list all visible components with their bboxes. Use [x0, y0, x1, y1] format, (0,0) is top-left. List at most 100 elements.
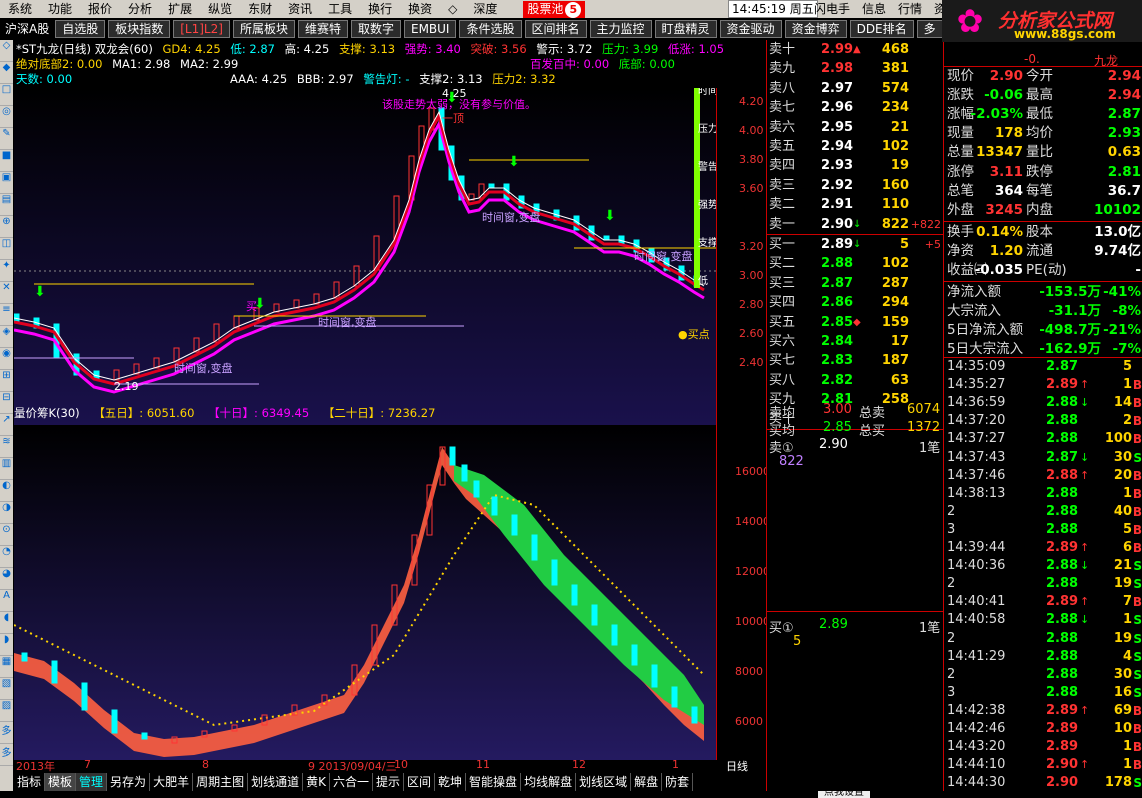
bottom-tab-10[interactable]: 区间 — [404, 773, 436, 791]
bottom-tab-16[interactable]: 防套 — [662, 773, 694, 791]
bottom-tab-4[interactable]: 大肥羊 — [150, 773, 194, 791]
menu-right-item-2[interactable]: 行情 — [892, 0, 928, 18]
menu-item-10[interactable]: 换资 — [400, 0, 440, 18]
menu-item-11[interactable]: ◇ — [440, 0, 465, 18]
tool-icon-14[interactable]: ◉ — [0, 348, 13, 370]
sell-level[interactable]: 卖三 2.92 160 — [767, 176, 943, 195]
toolbar-button-6[interactable]: EMBUI — [403, 20, 457, 38]
sell-level[interactable]: 卖九 2.98 381 — [767, 59, 943, 78]
toolbar-button-2[interactable]: [L1]L2] — [173, 20, 230, 38]
bottom-tab-13[interactable]: 均线解盘 — [521, 773, 577, 791]
tool-icon-32[interactable]: 多 — [0, 744, 13, 766]
toolbar-button-12[interactable]: 资金博弈 — [784, 20, 847, 38]
buy-level[interactable]: 买八 2.82 63 — [767, 371, 943, 390]
toolbar-button-13[interactable]: DDE排名 — [849, 20, 914, 38]
menu-item-2[interactable]: 报价 — [80, 0, 120, 18]
bottom-tab-15[interactable]: 解盘 — [631, 773, 663, 791]
bottom-tab-0[interactable]: 指标 — [14, 773, 46, 791]
buy-level[interactable]: 买一 2.89 ↓ 5 +5 — [767, 235, 943, 254]
tool-icon-18[interactable]: ≋ — [0, 436, 13, 458]
toolbar-button-11[interactable]: 资金驱动 — [719, 20, 782, 38]
bottom-tab-8[interactable]: 六合一 — [330, 773, 373, 791]
tool-icon-22[interactable]: ⊙ — [0, 524, 13, 546]
tool-icon-12[interactable]: ≡ — [0, 304, 13, 326]
sell-level[interactable]: 卖一 2.90 ↓ 822 +822 — [767, 215, 943, 234]
tool-icon-4[interactable]: ✎ — [0, 128, 13, 150]
tool-icon-11[interactable]: ✕ — [0, 282, 13, 304]
toolbar-button-14[interactable]: 多 — [916, 20, 943, 38]
tool-icon-1[interactable]: ◆ — [0, 62, 13, 84]
tool-icon-28[interactable]: ▦ — [0, 656, 13, 678]
menu-item-5[interactable]: 纵览 — [200, 0, 240, 18]
toolbar-button-4[interactable]: 维赛特 — [297, 20, 348, 38]
kline-plot[interactable]: 4.25 该股走势太弱，没有参与价值。 一顶 2.19 时间窗,变盘 时间窗,变盘 时间窗,… — [13, 84, 743, 443]
stock-pool-button[interactable]: 股票池 5 — [523, 0, 586, 18]
period-label[interactable]: 日线 — [726, 758, 748, 774]
toolbar-button-9[interactable]: 主力监控 — [589, 20, 652, 38]
tool-icon-24[interactable]: ◕ — [0, 568, 13, 590]
toolbar-button-8[interactable]: 区间排名 — [524, 20, 587, 38]
bottom-tab-5[interactable]: 周期主图 — [193, 773, 249, 791]
menu-item-7[interactable]: 资讯 — [280, 0, 320, 18]
menu-item-3[interactable]: 分析 — [120, 0, 160, 18]
tool-icon-21[interactable]: ◑ — [0, 502, 13, 524]
bottom-tab-6[interactable]: 划线通道 — [248, 773, 304, 791]
tool-icon-5[interactable]: ■ — [0, 150, 13, 172]
menu-item-1[interactable]: 功能 — [40, 0, 80, 18]
bottom-tab-14[interactable]: 划线区域 — [576, 773, 632, 791]
volume-plot[interactable] — [13, 425, 716, 760]
menu-item-8[interactable]: 工具 — [320, 0, 360, 18]
tool-icon-15[interactable]: ⊞ — [0, 370, 13, 392]
tool-icon-3[interactable]: ◎ — [0, 106, 13, 128]
bottom-tab-11[interactable]: 乾坤 — [435, 773, 467, 791]
toolbar-button-10[interactable]: 盯盘精灵 — [654, 20, 717, 38]
menu-item-0[interactable]: 系统 — [0, 0, 40, 18]
sell-level[interactable]: 卖五 2.94 102 — [767, 137, 943, 156]
tool-icon-13[interactable]: ◈ — [0, 326, 13, 348]
toolbar-button-7[interactable]: 条件选股 — [459, 20, 522, 38]
buy-level[interactable]: 买六 2.84 17 — [767, 332, 943, 351]
menu-item-9[interactable]: 换行 — [360, 0, 400, 18]
buy-level[interactable]: 买五 2.85 ◆ 159 — [767, 313, 943, 332]
tool-icon-27[interactable]: ◗ — [0, 634, 13, 656]
sell-level[interactable]: 卖十 2.99 ▲ 468 — [767, 40, 943, 59]
tool-icon-2[interactable]: □ — [0, 84, 13, 106]
market-selector[interactable]: 沪深A股 — [2, 21, 53, 37]
tool-icon-6[interactable]: ▣ — [0, 172, 13, 194]
tool-icon-26[interactable]: ◖ — [0, 612, 13, 634]
buy-level[interactable]: 买四 2.86 294 — [767, 293, 943, 312]
tool-icon-31[interactable]: 多 — [0, 722, 13, 744]
toolbar-button-1[interactable]: 板块指数 — [108, 20, 171, 38]
buy-level[interactable]: 买三 2.87 287 — [767, 274, 943, 293]
tool-icon-25[interactable]: A — [0, 590, 13, 612]
menu-right-item-0[interactable]: 闪电手 — [808, 0, 856, 18]
tool-icon-17[interactable]: ↗ — [0, 414, 13, 436]
menu-item-12[interactable]: 深度 — [465, 0, 505, 18]
tool-icon-16[interactable]: ⊟ — [0, 392, 13, 414]
tool-icon-9[interactable]: ◫ — [0, 238, 13, 260]
tool-icon-29[interactable]: ▧ — [0, 678, 13, 700]
menu-right-item-1[interactable]: 信息 — [856, 0, 892, 18]
toolbar-button-0[interactable]: 自选股 — [55, 20, 106, 38]
tool-icon-20[interactable]: ◐ — [0, 480, 13, 502]
bottom-tab-7[interactable]: 黄K — [303, 773, 330, 791]
buy-level[interactable]: 买七 2.83 187 — [767, 351, 943, 370]
buy-level[interactable]: 买二 2.88 102 — [767, 254, 943, 273]
tool-icon-7[interactable]: ▤ — [0, 194, 13, 216]
sell-level[interactable]: 卖八 2.97 574 — [767, 79, 943, 98]
bottom-tab-2[interactable]: 管理 — [76, 773, 108, 791]
sell-level[interactable]: 卖七 2.96 234 — [767, 98, 943, 117]
tool-icon-19[interactable]: ▥ — [0, 458, 13, 480]
menu-item-6[interactable]: 东财 — [240, 0, 280, 18]
toolbar-button-3[interactable]: 所属板块 — [232, 20, 295, 38]
toolbar-button-5[interactable]: 取数字 — [350, 20, 401, 38]
tool-icon-10[interactable]: ✦ — [0, 260, 13, 282]
tool-icon-23[interactable]: ◔ — [0, 546, 13, 568]
tool-icon-0[interactable]: ◇ — [0, 40, 13, 62]
bottom-tab-1[interactable]: 模板 — [45, 773, 77, 791]
bottom-tab-3[interactable]: 另存为 — [107, 773, 151, 791]
tool-icon-8[interactable]: ⊕ — [0, 216, 13, 238]
menu-item-4[interactable]: 扩展 — [160, 0, 200, 18]
sell-level[interactable]: 卖六 2.95 21 — [767, 118, 943, 137]
bottom-tab-12[interactable]: 智能操盘 — [466, 773, 522, 791]
